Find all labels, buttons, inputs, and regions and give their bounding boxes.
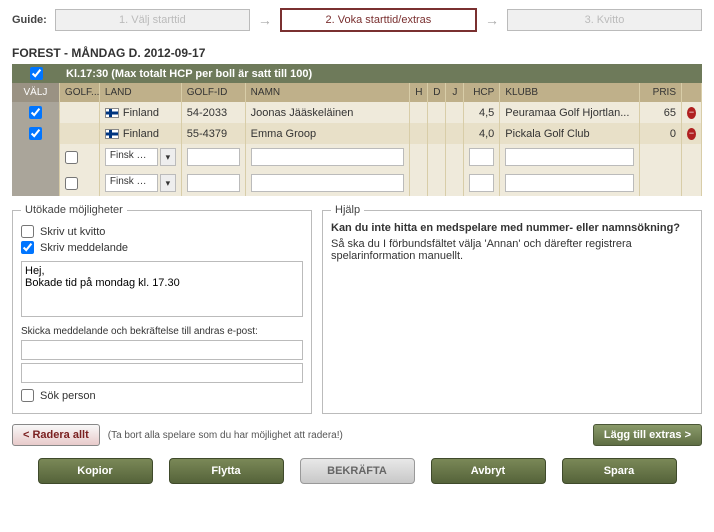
row-checkbox[interactable] — [65, 151, 78, 164]
golf-id: 54-2033 — [182, 102, 246, 123]
col-land: LAND — [100, 83, 182, 102]
row-checkbox[interactable] — [29, 106, 42, 119]
col-h: H — [410, 83, 428, 102]
delete-icon[interactable]: − — [687, 128, 696, 140]
land-text: Finland — [123, 107, 159, 119]
golf-id-input[interactable] — [187, 174, 240, 192]
delete-icon[interactable]: − — [687, 107, 696, 119]
email-input-2[interactable] — [21, 363, 303, 383]
golf-id: 55-4379 — [182, 123, 246, 144]
search-person-checkbox[interactable] — [21, 389, 34, 402]
klubb-input[interactable] — [505, 148, 634, 166]
arrow-icon: → — [485, 12, 499, 28]
flag-icon — [105, 129, 119, 139]
chevron-down-icon[interactable]: ▾ — [160, 174, 176, 192]
send-confirm-label: Skicka meddelande och bekräftelse till a… — [21, 326, 303, 337]
land-dropdown[interactable]: Finsk m... — [105, 174, 158, 192]
hcp: 4,5 — [464, 102, 500, 123]
row-checkbox[interactable] — [29, 127, 42, 140]
save-button[interactable]: Spara — [562, 458, 677, 484]
row-checkbox[interactable] — [65, 177, 78, 190]
chevron-down-icon[interactable]: ▾ — [160, 148, 176, 166]
name-input[interactable] — [251, 174, 405, 192]
write-message-checkbox[interactable] — [21, 241, 34, 254]
booking-header: Kl.17:30 (Max totalt HCP per boll är sat… — [12, 64, 702, 83]
copies-button[interactable]: Kopior — [38, 458, 153, 484]
hcp-input[interactable] — [469, 148, 494, 166]
help-title: Kan du inte hitta en medspelare med numm… — [331, 222, 693, 234]
flag-icon — [105, 108, 119, 118]
booking-header-text: Kl.17:30 (Max totalt HCP per boll är sat… — [60, 68, 312, 80]
col-j: J — [446, 83, 464, 102]
col-golf: GOLF... — [60, 83, 100, 102]
golf-id-input[interactable] — [187, 148, 240, 166]
name-input[interactable] — [251, 148, 405, 166]
print-receipt-label: Skriv ut kvitto — [40, 226, 105, 238]
help-body: Så ska du I förbundsfältet välja 'Annan'… — [331, 238, 693, 262]
klubb: Pickala Golf Club — [500, 123, 640, 144]
confirm-button[interactable]: BEKRÄFTA — [300, 458, 415, 484]
player-name: Emma Groop — [246, 123, 411, 144]
pris: 0 — [640, 123, 682, 144]
email-input-1[interactable] — [21, 340, 303, 360]
print-receipt-checkbox[interactable] — [21, 225, 34, 238]
col-namn: NAMN — [246, 83, 411, 102]
col-pris: PRIS — [640, 83, 682, 102]
table-row-empty: Finsk m...▾ — [12, 170, 702, 196]
add-extras-button[interactable]: Lägg till extras > — [593, 424, 702, 446]
search-person-label: Sök person — [40, 390, 96, 402]
col-hcp: HCP — [464, 83, 500, 102]
page-title: FOREST - MÅNDAG D. 2012-09-17 — [0, 40, 714, 64]
guide-label: Guide: — [12, 14, 47, 26]
guide-step-3[interactable]: 3. Kvitto — [507, 9, 702, 31]
hcp-input[interactable] — [469, 174, 494, 192]
message-textarea[interactable] — [21, 261, 303, 317]
guide-step-1[interactable]: 1. Välj starttid — [55, 9, 250, 31]
help-legend: Hjälp — [331, 204, 364, 216]
arrow-icon: → — [258, 12, 272, 28]
guide-bar: Guide: 1. Välj starttid → 2. Voka startt… — [0, 0, 714, 40]
land-text: Finland — [123, 128, 159, 140]
klubb-input[interactable] — [505, 174, 634, 192]
extended-legend: Utökade möjligheter — [21, 204, 127, 216]
col-klubb: KLUBB — [500, 83, 640, 102]
land-dropdown[interactable]: Finsk m... — [105, 148, 158, 166]
help-box: Hjälp Kan du inte hitta en medspelare me… — [322, 204, 702, 414]
cancel-button[interactable]: Avbryt — [431, 458, 546, 484]
hcp: 4,0 — [464, 123, 500, 144]
guide-step-2[interactable]: 2. Voka starttid/extras — [280, 8, 477, 32]
klubb: Peuramaa Golf Hjortlan... — [500, 102, 640, 123]
col-valj: VÄLJ — [12, 83, 60, 102]
pris: 65 — [640, 102, 682, 123]
player-name: Joonas Jääskeläinen — [246, 102, 411, 123]
col-d: D — [428, 83, 446, 102]
col-id: GOLF-ID — [182, 83, 246, 102]
delete-hint: (Ta bort alla spelare som du har möjligh… — [108, 430, 343, 441]
table-row: Finland 55-4379 Emma Groop 4,0 Pickala G… — [12, 123, 702, 144]
delete-all-button[interactable]: < Radera allt — [12, 424, 100, 446]
table-row-empty: Finsk m...▾ — [12, 144, 702, 170]
move-button[interactable]: Flytta — [169, 458, 284, 484]
extended-options: Utökade möjligheter Skriv ut kvitto Skri… — [12, 204, 312, 414]
select-all-checkbox[interactable] — [30, 67, 43, 80]
table-row: Finland 54-2033 Joonas Jääskeläinen 4,5 … — [12, 102, 702, 123]
column-headers: VÄLJ GOLF... LAND GOLF-ID NAMN H D J HCP… — [12, 83, 702, 102]
write-message-label: Skriv meddelande — [40, 242, 128, 254]
